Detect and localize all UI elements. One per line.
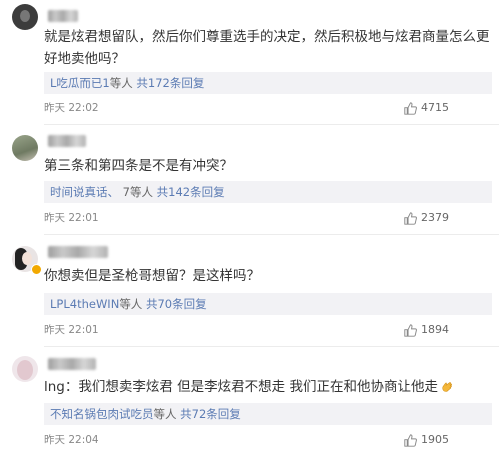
comment-text-content: lng：我们想卖李炫君 但是李炫君不想走 我们正在和他协商让他走: [44, 379, 438, 395]
like-count: 2379: [421, 211, 449, 224]
username-blurred[interactable]: [48, 10, 78, 22]
reply-user-link[interactable]: 时间说真话、: [50, 185, 119, 199]
reply-summary[interactable]: 不知名锅包肉试吃员等人 共72条回复: [44, 403, 492, 425]
comment-time: 昨天 22:04: [44, 434, 99, 446]
divider: [44, 124, 499, 125]
comment-text: 你想卖但是圣枪哥想留？是这样吗？: [44, 268, 260, 284]
reply-summary[interactable]: L吃瓜而已1等人 共172条回复: [44, 72, 492, 94]
thumbs-up-icon: [404, 101, 417, 115]
reply-summary[interactable]: 时间说真话、 7等人 共142条回复: [44, 181, 492, 203]
comment-text: 第三条和第四条是不是有冲突？: [44, 158, 233, 174]
like-count: 4715: [421, 101, 449, 114]
username-blurred[interactable]: [48, 135, 86, 147]
reply-user-link[interactable]: LPL4theWIN: [50, 297, 119, 311]
comment-text: 就是炫君想留队，然后你们尊重选手的决定，然后积极地与炫君商量怎么更好地卖他吗？: [44, 29, 490, 67]
avatar[interactable]: [12, 135, 38, 161]
reply-count-link[interactable]: 共142条回复: [157, 185, 225, 199]
divider: [44, 346, 499, 347]
like-count: 1905: [421, 433, 449, 446]
comment-time: 昨天 22:01: [44, 324, 99, 336]
like-count: 1894: [421, 323, 449, 336]
reply-summary[interactable]: LPL4theWIN等人 共70条回复: [44, 293, 492, 315]
like-button[interactable]: 1894: [404, 323, 449, 337]
comment-time: 昨天 22:02: [44, 102, 99, 114]
clap-hand-icon: [442, 382, 452, 392]
reply-user-link[interactable]: L吃瓜而已1: [50, 76, 110, 90]
reply-users-suffix: 7等人: [122, 185, 153, 199]
username-blurred[interactable]: [48, 358, 96, 370]
avatar[interactable]: [12, 4, 38, 30]
verified-badge-icon: [31, 264, 42, 275]
reply-count-link[interactable]: 共172条回复: [136, 76, 204, 90]
thumbs-up-icon: [404, 433, 417, 447]
thumbs-up-icon: [404, 323, 417, 337]
reply-count-link[interactable]: 共72条回复: [180, 407, 241, 421]
thumbs-up-icon: [404, 211, 417, 225]
reply-users-suffix: 等人: [109, 76, 133, 90]
comment-text: lng：我们想卖李炫君 但是李炫君不想走 我们正在和他协商让他走: [44, 376, 492, 398]
reply-users-suffix: 等人: [119, 297, 143, 311]
like-button[interactable]: 1905: [404, 433, 449, 447]
divider: [44, 234, 499, 235]
avatar[interactable]: [12, 356, 38, 382]
reply-user-link[interactable]: 不知名锅包肉试吃员: [50, 407, 154, 421]
reply-users-suffix: 等人: [153, 407, 177, 421]
comment-time: 昨天 22:01: [44, 212, 99, 224]
reply-count-link[interactable]: 共70条回复: [146, 297, 207, 311]
like-button[interactable]: 2379: [404, 211, 449, 225]
like-button[interactable]: 4715: [404, 101, 449, 115]
username-blurred[interactable]: [48, 246, 108, 258]
